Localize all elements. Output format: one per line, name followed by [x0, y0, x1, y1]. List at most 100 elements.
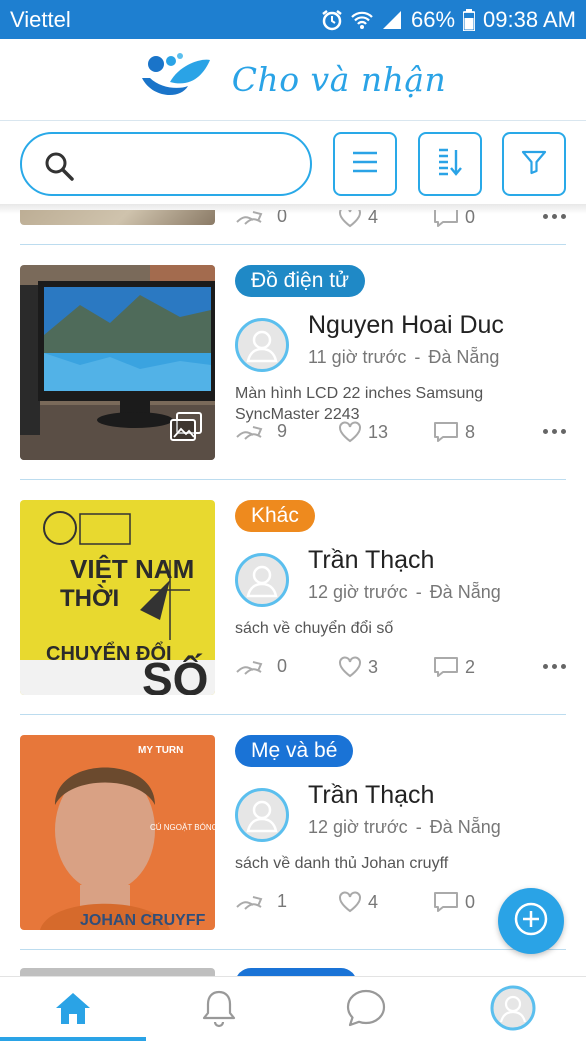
- clock-time: 09:38 AM: [483, 6, 576, 32]
- filter-icon: [521, 149, 547, 180]
- post-stats: 0 3 2: [235, 656, 566, 682]
- nav-notifications[interactable]: [146, 977, 292, 1042]
- comment-icon: [434, 210, 458, 227]
- post-image[interactable]: VIỆT NAM THỜI CHUYỂN ĐỔI SỐ: [20, 500, 215, 695]
- share-count: 9: [277, 421, 288, 441]
- avatar[interactable]: [235, 553, 289, 607]
- heart-icon: [339, 421, 361, 443]
- post-description: sách về danh thủ Johan cruyff: [235, 855, 449, 872]
- like-stat[interactable]: 13: [338, 421, 388, 443]
- chat-icon: [345, 988, 387, 1033]
- search-toolbar: [0, 122, 586, 210]
- cover-title-text: MY TURN: [138, 745, 183, 756]
- category-tag[interactable]: Khác: [235, 500, 315, 532]
- nav-messages[interactable]: [293, 977, 439, 1042]
- like-stat[interactable]: 3: [338, 656, 378, 678]
- comment-count: 2: [465, 656, 476, 677]
- share-stat[interactable]: 9: [235, 421, 287, 442]
- cover-title-text: VIỆT NAM: [70, 554, 194, 584]
- post-image[interactable]: [20, 265, 215, 460]
- post-description: sách về chuyển đổi số: [235, 620, 394, 637]
- like-count: 4: [368, 891, 379, 912]
- comment-icon: [434, 422, 458, 442]
- profile-icon: [490, 985, 536, 1036]
- plus-icon: [513, 901, 549, 942]
- heart-icon: [339, 656, 361, 678]
- add-post-button[interactable]: [498, 888, 564, 954]
- filter-button[interactable]: [502, 132, 566, 196]
- search-input[interactable]: [92, 148, 292, 182]
- wifi-icon: [351, 10, 373, 30]
- share-count: 0: [277, 210, 288, 226]
- share-stat[interactable]: 0: [235, 210, 287, 227]
- category-tag[interactable]: Đồ điện tử: [235, 265, 366, 297]
- more-options-icon[interactable]: [543, 664, 566, 669]
- comment-count: 8: [465, 421, 476, 442]
- menu-button[interactable]: [333, 132, 397, 196]
- category-tag[interactable]: [235, 968, 357, 976]
- category-tag[interactable]: Mẹ và bé: [235, 735, 354, 767]
- gallery-icon: [169, 411, 203, 448]
- like-stat[interactable]: 4: [338, 891, 378, 913]
- list-item[interactable]: 0 4 0: [0, 210, 586, 244]
- nav-home[interactable]: [0, 977, 146, 1042]
- share-icon: [236, 660, 263, 675]
- like-stat[interactable]: 4: [338, 210, 378, 228]
- battery-icon: [463, 8, 476, 31]
- post-meta: 11 giờ trước - Đà Nẵng: [308, 347, 499, 368]
- avatar[interactable]: [235, 788, 289, 842]
- post-meta: 12 giờ trước - Đà Nẵng: [308, 817, 501, 838]
- heart-icon: [339, 210, 361, 228]
- post-feed[interactable]: 0 4 0 Đồ điện tử Nguyen Hoai Duc 11 giờ …: [0, 210, 586, 976]
- signal-icon: [381, 10, 403, 30]
- post-image[interactable]: [20, 210, 215, 225]
- comment-stat[interactable]: 8: [433, 421, 475, 443]
- search-box[interactable]: [20, 132, 312, 196]
- share-count: 0: [277, 656, 288, 676]
- menu-icon: [352, 151, 378, 178]
- share-count: 1: [277, 891, 288, 911]
- like-count: 13: [368, 421, 389, 442]
- post-description: Màn hình LCD 22 inches Samsung SyncMaste…: [235, 385, 484, 423]
- bottom-nav: [0, 976, 586, 1042]
- comment-stat[interactable]: 2: [433, 656, 475, 678]
- share-stat[interactable]: 0: [235, 656, 287, 677]
- post-image[interactable]: [20, 968, 215, 976]
- user-name[interactable]: Trần Thạch: [308, 781, 434, 810]
- comment-icon: [434, 892, 458, 912]
- comment-stat[interactable]: 0: [433, 891, 475, 913]
- search-icon: [44, 151, 74, 186]
- nav-profile[interactable]: [440, 977, 586, 1042]
- alarm-icon: [321, 9, 343, 31]
- share-stat[interactable]: 1: [235, 891, 287, 912]
- list-item[interactable]: [0, 950, 586, 976]
- comment-count: 0: [465, 210, 476, 227]
- app-name: Cho và nhận: [231, 60, 447, 99]
- like-count: 3: [368, 656, 379, 677]
- share-icon: [236, 425, 263, 440]
- list-item[interactable]: Đồ điện tử Nguyen Hoai Duc 11 giờ trước -…: [0, 245, 586, 479]
- more-options-icon[interactable]: [543, 429, 566, 434]
- post-location: Đà Nẵng: [429, 817, 501, 837]
- comment-stat[interactable]: 0: [433, 210, 475, 228]
- cover-title-text: THỜI: [60, 584, 119, 612]
- user-name[interactable]: Trần Thạch: [308, 546, 434, 575]
- share-icon: [236, 210, 263, 225]
- cover-title-text: JOHAN CRUYFF: [80, 912, 206, 929]
- avatar[interactable]: [235, 318, 289, 372]
- sort-icon: [437, 148, 463, 181]
- user-name[interactable]: Nguyen Hoai Duc: [308, 311, 504, 340]
- home-icon: [54, 990, 92, 1031]
- post-image[interactable]: MY TURN CÚ NGOẶT BÓNG CỦA TÔI JOHAN CRUY…: [20, 735, 215, 930]
- meta-separator: -: [414, 347, 421, 367]
- post-time: 12 giờ trước: [308, 817, 408, 837]
- bell-icon: [200, 988, 238, 1033]
- sort-button[interactable]: [418, 132, 482, 196]
- list-item[interactable]: VIỆT NAM THỜI CHUYỂN ĐỔI SỐ Khác Trần Th…: [0, 480, 586, 714]
- post-stats: 9 13 8: [235, 421, 566, 447]
- more-options-icon[interactable]: [543, 214, 566, 219]
- cover-title-text: SỐ: [142, 653, 208, 695]
- carrier-name: Viettel: [10, 6, 71, 32]
- post-location: Đà Nẵng: [429, 582, 501, 602]
- like-count: 4: [368, 210, 379, 227]
